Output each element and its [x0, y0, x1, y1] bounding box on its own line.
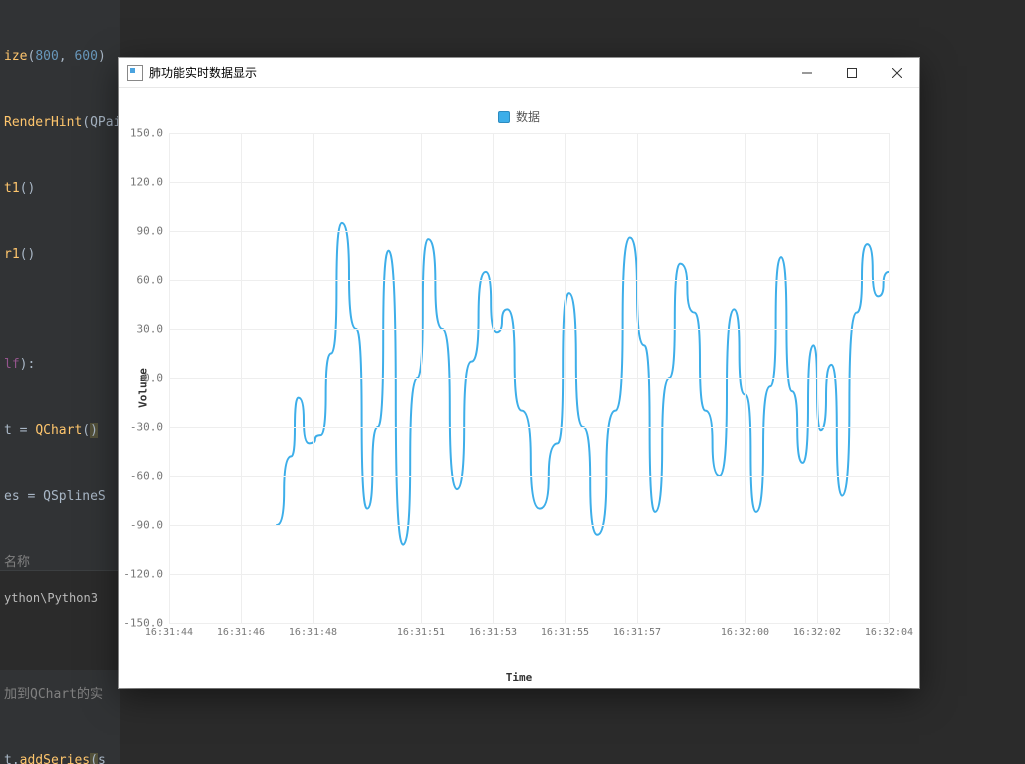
window-icon: [127, 65, 143, 81]
y-tick-label: 150.0: [130, 127, 163, 140]
x-tick-label: 16:31:55: [541, 627, 589, 638]
gridline-h: [169, 182, 889, 183]
x-tick-label: 16:31:53: [469, 627, 517, 638]
y-tick-label: -90.0: [130, 519, 163, 532]
gridline-h: [169, 280, 889, 281]
gridline-h: [169, 231, 889, 232]
gridline-v: [493, 133, 494, 623]
code-line: RenderHint(QPainter.Antialiasing) # 抗锯齿: [4, 112, 120, 134]
x-tick-label: 16:32:00: [721, 627, 769, 638]
y-tick-label: 60.0: [137, 274, 164, 287]
gridline-v: [889, 133, 890, 623]
titlebar[interactable]: 肺功能实时数据显示: [119, 58, 919, 88]
series-line: [277, 223, 889, 545]
gridline-h: [169, 378, 889, 379]
y-tick-label: -30.0: [130, 421, 163, 434]
x-tick-label: 16:32:02: [793, 627, 841, 638]
code-line: r1(): [4, 244, 120, 266]
y-tick-label: 120.0: [130, 176, 163, 189]
gridline-v: [745, 133, 746, 623]
y-tick-label: -60.0: [130, 470, 163, 483]
gridline-h: [169, 329, 889, 330]
legend-swatch-icon: [498, 111, 510, 123]
window-title: 肺功能实时数据显示: [149, 64, 257, 81]
minimize-button[interactable]: [784, 58, 829, 88]
gridline-h: [169, 133, 889, 134]
code-line: es = QSplineS: [4, 486, 120, 508]
code-line: t = QChart(): [4, 420, 120, 442]
close-button[interactable]: [874, 58, 919, 88]
terminal-panel: ython\Python3: [0, 570, 130, 670]
gridline-v: [313, 133, 314, 623]
gridline-v: [817, 133, 818, 623]
x-tick-label: 16:32:04: [865, 627, 913, 638]
gridline-h: [169, 525, 889, 526]
x-tick-label: 16:31:48: [289, 627, 337, 638]
gridline-v: [169, 133, 170, 623]
y-tick-label: 0.0: [143, 372, 163, 385]
gridline-h: [169, 623, 889, 624]
gridline-h: [169, 476, 889, 477]
chart-legend: 数据: [498, 108, 540, 125]
plot-area: -150.0-120.0-90.0-60.0-30.00.030.060.090…: [169, 133, 889, 623]
gridline-h: [169, 574, 889, 575]
y-tick-label: 30.0: [137, 323, 164, 336]
gridline-v: [637, 133, 638, 623]
code-line: t1(): [4, 178, 120, 200]
maximize-button[interactable]: [829, 58, 874, 88]
legend-label: 数据: [516, 108, 540, 125]
x-axis-label: Time: [506, 671, 533, 684]
gridline-v: [241, 133, 242, 623]
gridline-v: [421, 133, 422, 623]
code-line: lf):: [4, 354, 120, 376]
x-tick-label: 16:31:44: [145, 627, 193, 638]
y-tick-label: 90.0: [137, 225, 164, 238]
code-line: ize(800, 600): [4, 46, 120, 68]
chart-window[interactable]: 肺功能实时数据显示 数据 Volume Time -150.0-120.0-90…: [119, 58, 919, 688]
x-tick-label: 16:31:57: [613, 627, 661, 638]
code-line: 加到QChart的实: [4, 684, 120, 706]
gridline-v: [565, 133, 566, 623]
code-line: t.addSeries(s: [4, 750, 120, 764]
chart-area: 数据 Volume Time -150.0-120.0-90.0-60.0-30…: [119, 88, 919, 688]
y-tick-label: -120.0: [123, 568, 163, 581]
x-tick-label: 16:31:51: [397, 627, 445, 638]
gridline-h: [169, 427, 889, 428]
x-tick-label: 16:31:46: [217, 627, 265, 638]
terminal-text: ython\Python3: [4, 591, 98, 605]
